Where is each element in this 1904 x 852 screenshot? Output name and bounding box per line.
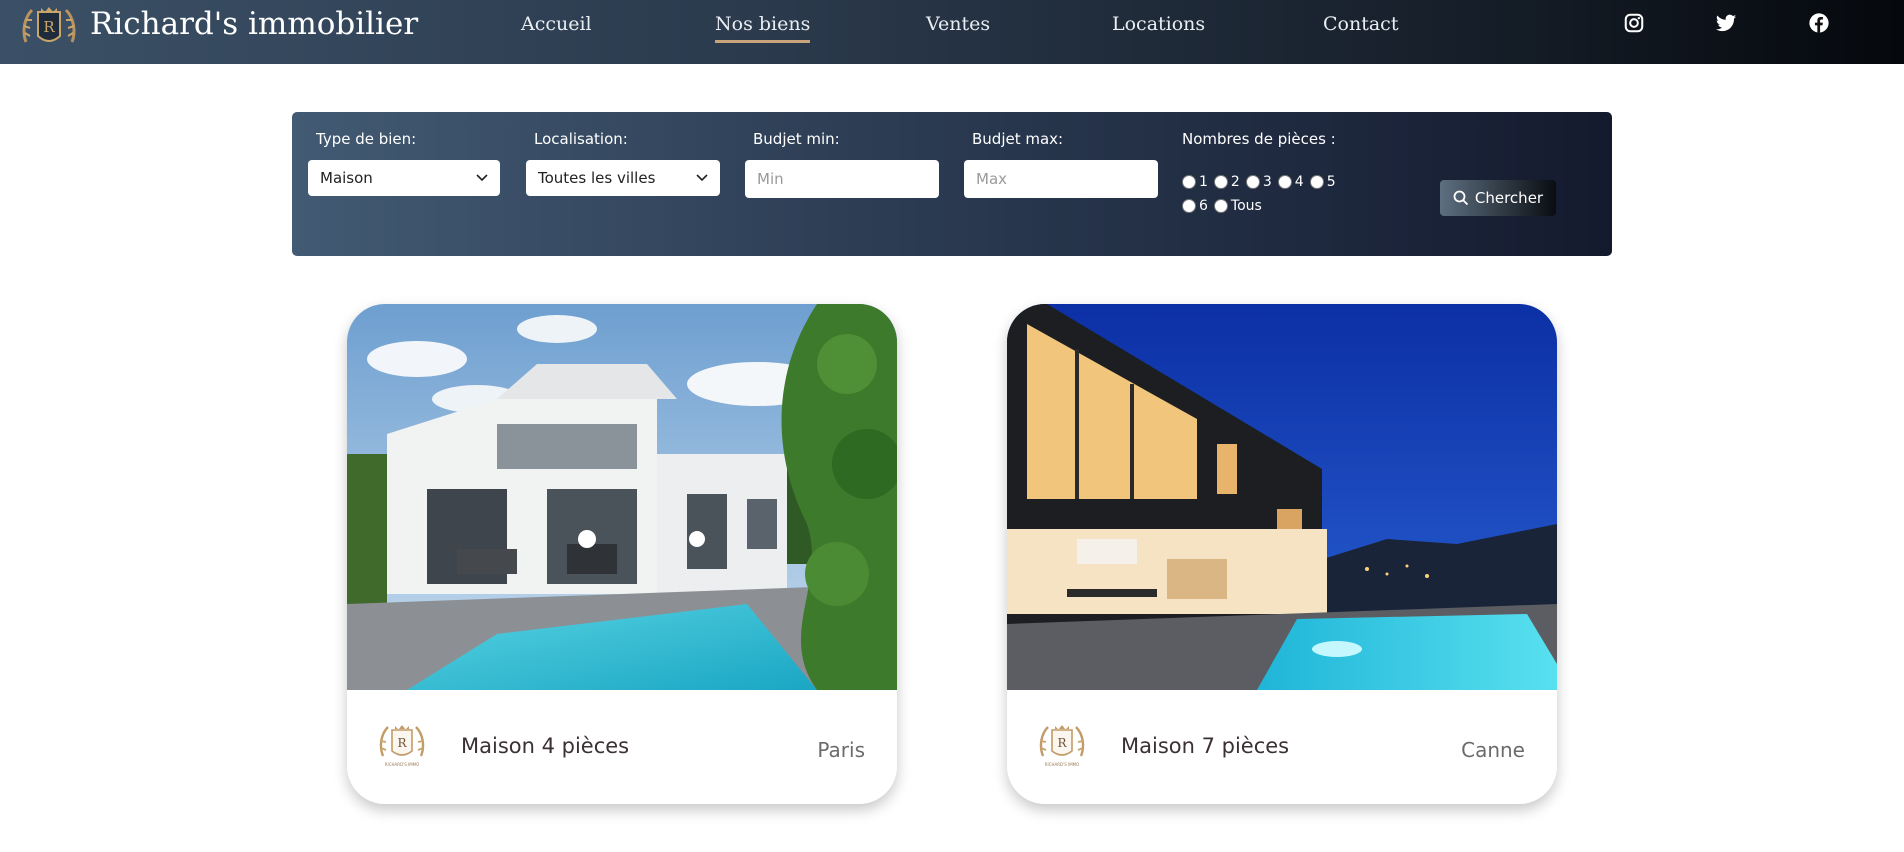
location-label: Localisation: xyxy=(534,130,628,148)
budget-min-label: Budjet min: xyxy=(753,130,840,148)
listing-city: Paris xyxy=(817,738,865,762)
facebook-icon[interactable] xyxy=(1808,12,1830,34)
property-type-select[interactable]: Maison xyxy=(308,160,500,196)
room-option-4[interactable]: 4 xyxy=(1277,174,1304,190)
listing-card[interactable]: R RICHARD'S IMMO Maison 7 pièces Canne xyxy=(1007,304,1557,804)
property-type-value: Maison xyxy=(320,169,373,187)
radio-button[interactable] xyxy=(1182,175,1196,189)
room-option-5[interactable]: 5 xyxy=(1309,174,1336,190)
property-type-label: Type de bien: xyxy=(316,130,417,148)
radio-button[interactable] xyxy=(1213,175,1228,189)
search-panel: Type de bien: Maison Localisation: Toute… xyxy=(292,112,1612,256)
nav-locations[interactable]: Locations xyxy=(1112,13,1205,35)
room-option-6[interactable]: 6 xyxy=(1182,198,1208,214)
svg-text:RICHARD'S IMMO: RICHARD'S IMMO xyxy=(1045,762,1080,767)
listing-card[interactable]: R RICHARD'S IMMO Maison 4 pièces Paris xyxy=(347,304,897,804)
brand-name[interactable]: Richard's immobilier xyxy=(90,6,418,42)
rooms-radio-group: 1 2 3 4 5 6 Tous xyxy=(1182,170,1412,218)
svg-text:R: R xyxy=(43,18,55,36)
radio-button[interactable] xyxy=(1309,175,1324,189)
budget-max-label: Budjet max: xyxy=(972,130,1064,148)
agency-logo-icon: R RICHARD'S IMMO xyxy=(379,725,425,767)
room-option-3[interactable]: 3 xyxy=(1245,174,1272,190)
room-option-1[interactable]: 1 xyxy=(1182,174,1208,190)
svg-text:R: R xyxy=(397,736,407,750)
room-option-2[interactable]: 2 xyxy=(1213,174,1240,190)
nav-accueil[interactable]: Accueil xyxy=(521,13,592,35)
listing-title: Maison 4 pièces xyxy=(461,734,630,758)
location-value: Toutes les villes xyxy=(538,169,656,187)
chevron-down-icon xyxy=(696,174,708,182)
room-option-tous[interactable]: Tous xyxy=(1213,198,1262,214)
property-photo xyxy=(1007,304,1557,690)
radio-button[interactable] xyxy=(1245,175,1260,189)
property-photo xyxy=(347,304,897,690)
nav-ventes[interactable]: Ventes xyxy=(926,13,990,35)
radio-button[interactable] xyxy=(1277,175,1292,189)
svg-text:RICHARD'S IMMO: RICHARD'S IMMO xyxy=(385,762,420,767)
radio-button[interactable] xyxy=(1213,199,1228,213)
instagram-icon[interactable] xyxy=(1623,12,1645,34)
nav-contact[interactable]: Contact xyxy=(1323,13,1398,35)
top-navigation-bar: R Richard's immobilier Accueil Nos biens… xyxy=(0,0,1904,64)
agency-logo-icon: R RICHARD'S IMMO xyxy=(1039,725,1085,767)
chevron-down-icon xyxy=(476,174,488,182)
search-button[interactable]: Chercher xyxy=(1440,180,1556,216)
radio-button[interactable] xyxy=(1182,199,1196,213)
budget-min-input[interactable] xyxy=(745,160,939,198)
twitter-icon[interactable] xyxy=(1715,12,1737,34)
listing-title: Maison 7 pièces xyxy=(1121,734,1290,758)
nav-nos-biens[interactable]: Nos biens xyxy=(715,13,811,43)
card-footer: R RICHARD'S IMMO Maison 4 pièces Paris xyxy=(347,690,897,804)
listing-city: Canne xyxy=(1461,738,1525,762)
search-icon xyxy=(1453,190,1469,206)
budget-max-input[interactable] xyxy=(964,160,1158,198)
rooms-label: Nombres de pièces : xyxy=(1182,130,1336,148)
location-select[interactable]: Toutes les villes xyxy=(526,160,720,196)
card-footer: R RICHARD'S IMMO Maison 7 pièces Canne xyxy=(1007,690,1557,804)
svg-text:R: R xyxy=(1057,736,1067,750)
brand-logo-icon[interactable]: R xyxy=(20,2,78,54)
search-button-label: Chercher xyxy=(1474,189,1544,207)
